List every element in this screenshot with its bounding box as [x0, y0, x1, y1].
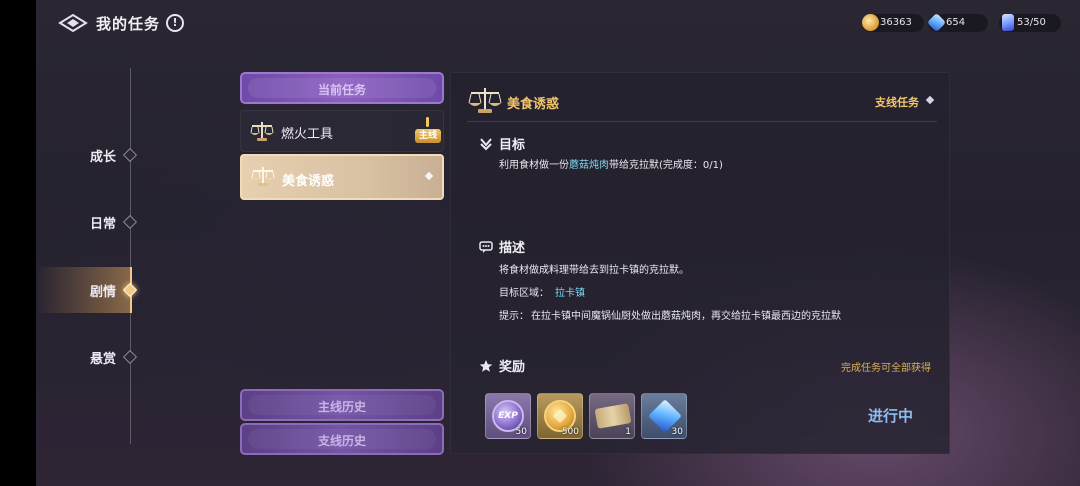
nav-label: 悬赏 [90, 352, 117, 367]
tab-label: 当前任务 [317, 83, 366, 97]
nav-item-growth[interactable]: 成长 [36, 132, 138, 178]
stamina-icon [1002, 14, 1014, 31]
nav-label: 成长 [90, 150, 117, 165]
gold-coin-icon [862, 14, 879, 31]
rewards-title: 奖励 [499, 360, 526, 375]
target-area-label: 目标区域： [499, 288, 549, 299]
reward-scroll[interactable]: 1 [589, 393, 635, 439]
reward-diamond[interactable]: 30 [641, 393, 687, 439]
stamina-amount: 53/50 [1017, 17, 1046, 28]
selected-indicator-icon [424, 171, 434, 181]
diamond-currency[interactable]: 654 [926, 12, 988, 33]
nav-dot-icon [122, 282, 138, 298]
button-label: 支线历史 [317, 434, 366, 448]
nav-dot-icon [122, 349, 138, 365]
quest-type: 支线任务 [875, 96, 919, 109]
divider [467, 121, 937, 122]
coin-emblem [552, 408, 568, 424]
scale-icon [250, 164, 276, 188]
description-title: 描述 [499, 241, 526, 256]
main-history-button[interactable]: 主线历史 [240, 389, 444, 421]
quest-status[interactable]: 进行中 [868, 405, 913, 426]
scale-icon [249, 119, 275, 143]
side-history-button[interactable]: 支线历史 [240, 423, 444, 455]
quest-type-icon [925, 95, 935, 105]
task-name: 美食诱惑 [282, 174, 335, 189]
nav-dot-icon [122, 214, 138, 230]
objective-text: 利用食材做一份蘑菇炖肉带给克拉默(完成度：0/1) [499, 156, 723, 171]
screen-edge [0, 0, 36, 486]
nav-item-story[interactable]: 剧情 [36, 267, 138, 313]
nav-label: 日常 [90, 217, 117, 232]
description-text: 将食材做成料理带给去到拉卡镇的克拉默。 [499, 265, 689, 276]
scroll-icon [594, 403, 632, 429]
quest-title: 美食诱惑 [507, 97, 560, 112]
top-bar: 我的任务 ! 36363 654 53/50 [36, 0, 1080, 46]
back-emblem-icon[interactable] [58, 12, 88, 34]
star-icon [479, 359, 493, 373]
gold-currency[interactable]: 36363 [862, 14, 924, 32]
target-area-link[interactable]: 拉卡镇 [555, 284, 585, 299]
stamina-currency[interactable]: 53/50 [999, 14, 1061, 32]
button-label: 主线历史 [317, 400, 366, 414]
quest-detail-panel: 美食诱惑 支线任务 目标 利用食材做一份蘑菇炖肉带给克拉默(完成度：0/1) 描… [450, 72, 950, 454]
task-item-food-temptation[interactable]: 美食诱惑 [240, 154, 444, 200]
hint-label: 提示： [499, 311, 529, 322]
reward-qty: 30 [671, 427, 683, 437]
reward-qty: 1 [625, 427, 631, 437]
reward-exp[interactable]: EXP 50 [485, 393, 531, 439]
hint-text: 在拉卡镇中间魔锅仙厨处做出蘑菇炖肉，再交给拉卡镇最西边的克拉默 [531, 311, 841, 322]
gold-amount: 36363 [880, 17, 912, 28]
nav-dot-icon [122, 147, 138, 163]
quest-screen: 我的任务 ! 36363 654 53/50 成长 日常 剧情 悬赏 当前任务 [36, 0, 1080, 486]
main-quest-badge: 主线 [415, 117, 441, 147]
objective-suffix: 带给克拉默(完成度：0/1) [609, 160, 723, 171]
main-quest-tag: 主线 [415, 129, 441, 143]
reward-qty: 50 [515, 427, 527, 437]
tab-current-tasks[interactable]: 当前任务 [240, 72, 444, 104]
speech-bubble-icon [479, 240, 493, 254]
pin-icon [426, 117, 429, 127]
task-item-fire-tool[interactable]: 燃火工具 主线 [240, 110, 444, 152]
nav-label: 剧情 [90, 285, 117, 300]
objective-item: 蘑菇炖肉 [569, 160, 609, 171]
page-title: 我的任务 [96, 15, 161, 33]
scale-icon [467, 85, 503, 115]
reward-qty: 500 [561, 427, 579, 437]
objective-check-icon [479, 137, 493, 151]
reward-gold[interactable]: 500 [537, 393, 583, 439]
objective-prefix: 利用食材做一份 [499, 160, 569, 171]
nav-rail [130, 68, 131, 444]
nav-item-bounty[interactable]: 悬赏 [36, 334, 138, 380]
task-name: 燃火工具 [281, 127, 334, 142]
objective-title: 目标 [499, 138, 526, 153]
rewards-note: 完成任务可全部获得 [841, 363, 931, 374]
diamond-icon [926, 12, 947, 33]
exp-label: EXP [498, 411, 518, 421]
nav-item-daily[interactable]: 日常 [36, 199, 138, 245]
help-icon[interactable]: ! [166, 14, 184, 32]
diamond-amount: 654 [946, 17, 966, 28]
